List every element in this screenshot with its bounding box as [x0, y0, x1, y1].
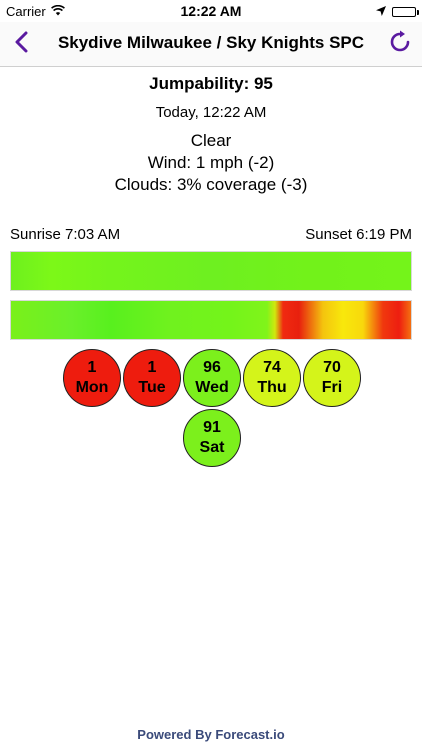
app-screen: Carrier 12:22 AM Skydive Milwaukee / Sky…	[0, 0, 422, 750]
day-score: 74	[263, 359, 281, 376]
day-score: 70	[323, 359, 341, 376]
forecast-credit-link[interactable]: Powered By Forecast.io	[0, 727, 422, 742]
day-forecast-thu[interactable]: 74 Thu	[243, 349, 301, 407]
day-forecast-fri[interactable]: 70 Fri	[303, 349, 361, 407]
day-label: Thu	[257, 379, 287, 396]
day-label: Fri	[321, 379, 343, 396]
day-forecast-sat[interactable]: 91 Sat	[183, 409, 241, 467]
day-label: Sat	[199, 439, 225, 456]
day-forecast-tue[interactable]: 1 Tue	[123, 349, 181, 407]
sunset-label: Sunset 6:19 PM	[305, 226, 412, 243]
chevron-left-icon	[14, 31, 28, 58]
sunrise-label: Sunrise 7:03 AM	[10, 226, 121, 243]
hourly-jumpability-bar	[10, 300, 412, 340]
status-time: 12:22 AM	[180, 3, 242, 19]
day-forecast-mon[interactable]: 1 Mon	[63, 349, 121, 407]
day-label: Tue	[138, 379, 166, 396]
day-label: Mon	[75, 379, 109, 396]
forecast-summary: Jumpability: 95 Today, 12:22 AM Clear Wi…	[0, 72, 422, 196]
refresh-icon	[388, 30, 412, 59]
day-score: 96	[203, 359, 221, 376]
page-title: Skydive Milwaukee / Sky Knights SPC	[57, 33, 365, 52]
day-score: 1	[147, 359, 157, 376]
navigation-bar: Skydive Milwaukee / Sky Knights SPC	[0, 22, 422, 67]
daily-forecast: 1 Mon 1 Tue 96 Wed 74 Thu 70 Fri 91 Sat	[57, 348, 367, 468]
day-label: Wed	[195, 379, 229, 396]
day-forecast-wed[interactable]: 96 Wed	[183, 349, 241, 407]
location-arrow-icon	[376, 4, 386, 19]
day-score: 1	[87, 359, 97, 376]
refresh-button[interactable]	[386, 30, 414, 58]
forecast-timestamp: Today, 12:22 AM	[155, 104, 267, 121]
weather-condition: Clear	[190, 131, 232, 150]
daylight-jumpability-bar	[10, 251, 412, 291]
sun-times: Sunrise 7:03 AM Sunset 6:19 PM	[10, 226, 412, 243]
clouds-info: Clouds: 3% coverage (-3)	[114, 175, 308, 194]
jumpability-score: Jumpability: 95	[149, 74, 273, 93]
back-button[interactable]	[8, 31, 34, 57]
wind-info: Wind: 1 mph (-2)	[147, 153, 275, 172]
status-right	[376, 4, 419, 19]
status-bar: Carrier 12:22 AM	[0, 0, 422, 22]
battery-icon	[392, 6, 419, 17]
day-score: 91	[203, 419, 221, 436]
